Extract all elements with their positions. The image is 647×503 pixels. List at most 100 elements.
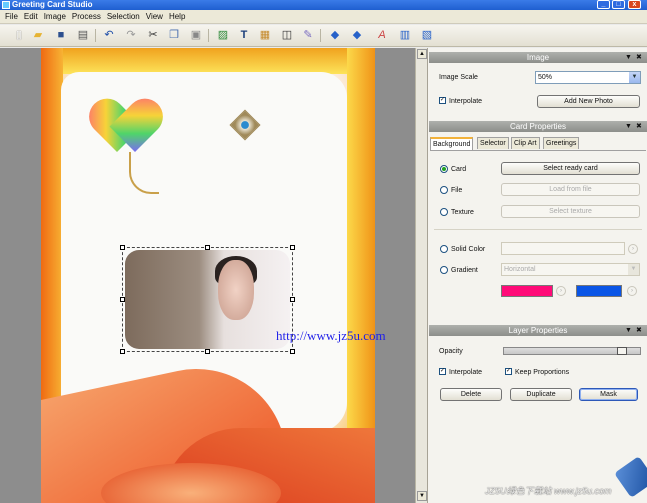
image-section-title: Image [526, 53, 550, 62]
gradient-direction-value: Horizontal [504, 266, 536, 273]
layer-properties-header[interactable]: Layer Properties ▼ ✖ [429, 325, 647, 336]
card-frame-top [41, 48, 375, 74]
menu-file[interactable]: File [2, 10, 21, 24]
color-picker-icon[interactable]: › [556, 286, 566, 296]
resize-handle[interactable] [205, 245, 210, 250]
resize-handle[interactable] [290, 297, 295, 302]
layer-interpolate-checkbox[interactable]: ✓ [439, 368, 446, 375]
file-radio[interactable] [440, 186, 448, 194]
image-section-header[interactable]: Image ▼ ✖ [429, 52, 647, 63]
paste-icon[interactable]: ▣ [189, 28, 203, 42]
gradient-label: Gradient [451, 267, 478, 274]
interpolate-checkbox[interactable]: ✓ [439, 97, 446, 104]
new-document-icon[interactable]: ▯ [12, 28, 26, 42]
redo-icon[interactable]: ↷ [124, 28, 138, 42]
photo-image [125, 250, 290, 349]
tab-selector[interactable]: Selector [477, 137, 509, 149]
collapse-icon[interactable]: ▼ [625, 121, 632, 132]
send-backward-icon[interactable]: ◆ [350, 28, 364, 42]
toolbar-separator [208, 29, 209, 42]
close-icon[interactable]: ✖ [636, 325, 642, 336]
collapse-icon[interactable]: ▼ [625, 325, 632, 336]
greeting-card[interactable] [41, 48, 375, 503]
undo-icon[interactable]: ↶ [102, 28, 116, 42]
menu-view[interactable]: View [143, 10, 166, 24]
card-radio-label: Card [451, 166, 467, 173]
card-radio[interactable] [440, 165, 448, 173]
color-picker-icon[interactable]: › [627, 286, 637, 296]
clip-art-icon[interactable]: ▦ [258, 28, 272, 42]
copy-icon[interactable]: ❐ [167, 28, 181, 42]
insert-text-icon[interactable]: T [237, 28, 251, 42]
app-icon [2, 1, 10, 9]
color-picker-icon[interactable]: › [628, 244, 638, 254]
bring-forward-icon[interactable]: ◆ [328, 28, 342, 42]
settings-page-icon[interactable]: ▧ [420, 28, 434, 42]
interpolate-label: Interpolate [449, 98, 483, 105]
load-from-file-button[interactable]: Load from file [501, 183, 640, 196]
open-folder-icon[interactable]: ▰ [31, 28, 45, 42]
select-texture-button[interactable]: Select texture [501, 205, 640, 218]
keep-proportions-label: Keep Proportions [515, 369, 570, 376]
mask-button[interactable]: Mask [579, 388, 638, 401]
resize-handle[interactable] [290, 245, 295, 250]
collapse-icon[interactable]: ▼ [625, 52, 632, 63]
tab-clip-art[interactable]: Clip Art [511, 137, 540, 149]
tab-background[interactable]: Background [430, 137, 474, 150]
solid-color-radio[interactable] [440, 245, 448, 253]
canvas-area[interactable]: http://www.jz5u.com [0, 48, 427, 503]
effects-icon[interactable]: ✎ [301, 28, 315, 42]
menu-process[interactable]: Process [69, 10, 104, 24]
card-properties-header[interactable]: Card Properties ▼ ✖ [429, 121, 647, 132]
menu-selection[interactable]: Selection [104, 10, 143, 24]
opacity-slider[interactable] [503, 347, 641, 355]
image-scale-select[interactable]: 50% ▼ [535, 71, 641, 84]
menu-help[interactable]: Help [166, 10, 188, 24]
insert-image-icon[interactable]: ▨ [216, 28, 230, 42]
page-icon[interactable]: ▥ [398, 28, 412, 42]
select-ready-card-button[interactable]: Select ready card [501, 162, 640, 175]
frame-icon[interactable]: ◫ [280, 28, 294, 42]
gradient-color-1-swatch[interactable] [501, 285, 553, 297]
solid-color-field[interactable] [501, 242, 625, 255]
card-properties-tabs: Background Selector Clip Art Greetings [430, 137, 646, 150]
print-icon[interactable]: ▤ [76, 28, 90, 42]
opacity-slider-thumb[interactable] [617, 347, 627, 355]
maximize-button[interactable]: □ [612, 0, 625, 9]
save-icon[interactable]: ■ [54, 28, 68, 42]
card-properties-title: Card Properties [509, 122, 567, 131]
menu-edit[interactable]: Edit [21, 10, 41, 24]
toolbar-separator [320, 29, 321, 42]
file-radio-label: File [451, 187, 463, 194]
close-icon[interactable]: ✖ [636, 121, 642, 132]
scroll-up-button[interactable]: ▲ [417, 49, 427, 59]
properties-panel: Image ▼ ✖ Image Scale 50% ▼ ✓ Interpolat… [427, 48, 647, 503]
close-icon[interactable]: ✖ [636, 52, 642, 63]
selected-photo-layer[interactable] [120, 245, 295, 354]
gradient-color-2-swatch[interactable] [576, 285, 622, 297]
chevron-down-icon[interactable]: ▼ [629, 72, 640, 83]
canvas-vertical-scrollbar[interactable]: ▲ ▼ [415, 48, 427, 503]
resize-handle[interactable] [120, 245, 125, 250]
gradient-direction-select[interactable]: Horizontal ▼ [501, 263, 640, 276]
keep-proportions-checkbox[interactable]: ✓ [505, 368, 512, 375]
gradient-radio[interactable] [440, 266, 448, 274]
text-style-icon[interactable]: A [375, 28, 389, 42]
delete-button[interactable]: Delete [440, 388, 502, 401]
texture-radio[interactable] [440, 208, 448, 216]
cut-icon[interactable]: ✂ [146, 28, 160, 42]
resize-handle[interactable] [205, 349, 210, 354]
scroll-down-button[interactable]: ▼ [417, 491, 427, 501]
resize-handle[interactable] [120, 297, 125, 302]
heart-balloon-clipart[interactable] [81, 91, 171, 156]
duplicate-button[interactable]: Duplicate [510, 388, 572, 401]
add-new-photo-button[interactable]: Add New Photo [537, 95, 640, 108]
close-button[interactable]: x [628, 0, 641, 9]
divider [434, 229, 642, 230]
chevron-down-icon[interactable]: ▼ [628, 264, 639, 275]
menu-image[interactable]: Image [41, 10, 69, 24]
resize-handle[interactable] [290, 349, 295, 354]
resize-handle[interactable] [120, 349, 125, 354]
tab-greetings[interactable]: Greetings [543, 137, 580, 149]
minimize-button[interactable]: _ [597, 0, 610, 9]
